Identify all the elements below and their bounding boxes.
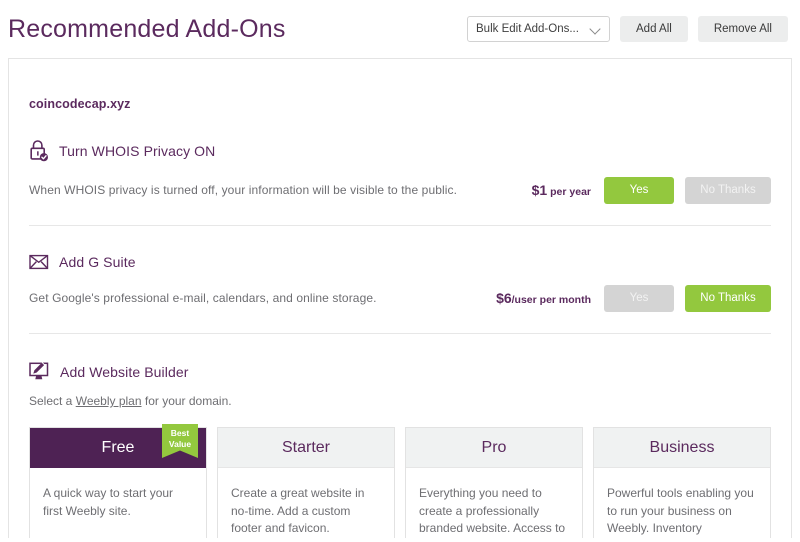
addon-g-suite-description: Get Google's professional e-mail, calend… <box>29 291 377 305</box>
addon-website-builder-title-row: Add Website Builder <box>29 362 771 381</box>
bulk-edit-addons-select[interactable]: Bulk Edit Add-Ons... <box>467 16 610 42</box>
addon-whois-price-amount: $1 <box>532 182 548 198</box>
divider <box>29 333 771 334</box>
addon-g-suite: Add G Suite Get Google's professional e-… <box>29 254 771 334</box>
plan-card-free[interactable]: Free Best Value A quick way to start you… <box>29 427 207 538</box>
weebly-plans: Free Best Value A quick way to start you… <box>29 427 771 538</box>
plan-name-free: Free <box>102 439 135 457</box>
addon-g-suite-title: Add G Suite <box>59 254 136 270</box>
addon-g-suite-yes-button[interactable]: Yes <box>604 285 674 312</box>
divider <box>29 225 771 226</box>
addon-g-suite-actions: $6/user per month Yes No Thanks <box>496 285 771 312</box>
addon-whois-price-unit: per year <box>547 186 591 198</box>
weebly-plan-subtitle: Select a Weebly plan for your domain. <box>29 394 771 408</box>
plan-card-pro[interactable]: Pro Everything you need to create a prof… <box>405 427 583 538</box>
plan-header-starter: Starter <box>218 428 394 468</box>
addon-whois-title: Turn WHOIS Privacy ON <box>59 143 215 159</box>
addon-g-suite-price-unit: /user per month <box>512 294 591 306</box>
addon-g-suite-price-amount: $6 <box>496 290 512 306</box>
addon-whois-title-row: Turn WHOIS Privacy ON <box>29 139 771 162</box>
lock-check-icon <box>29 139 50 162</box>
envelope-icon <box>29 254 50 270</box>
domain-name: coincodecap.xyz <box>29 59 771 111</box>
plan-name-starter: Starter <box>282 439 330 457</box>
page-title: Recommended Add-Ons <box>8 15 286 44</box>
chevron-down-icon <box>591 24 601 34</box>
best-value-ribbon: Best Value <box>162 424 198 458</box>
recommended-addons-page: Recommended Add-Ons Bulk Edit Add-Ons...… <box>0 0 800 542</box>
addon-website-builder: Add Website Builder Select a Weebly plan… <box>29 362 771 538</box>
addon-whois-price: $1 per year <box>532 182 591 198</box>
bulk-edit-addons-value: Bulk Edit Add-Ons... <box>476 23 591 35</box>
plan-name-pro: Pro <box>482 439 507 457</box>
remove-all-button[interactable]: Remove All <box>698 16 788 42</box>
plan-description-business: Powerful tools enabling you to run your … <box>594 468 770 538</box>
addon-whois-yes-button[interactable]: Yes <box>604 177 674 204</box>
addon-whois-description: When WHOIS privacy is turned off, your i… <box>29 183 457 197</box>
weebly-plan-link[interactable]: Weebly plan <box>76 394 142 408</box>
add-all-button[interactable]: Add All <box>620 16 688 42</box>
weebly-plan-subtitle-prefix: Select a <box>29 394 76 408</box>
weebly-plan-subtitle-suffix: for your domain. <box>142 394 232 408</box>
plan-description-pro: Everything you need to create a professi… <box>406 468 582 538</box>
plan-description-starter: Create a great website in no-time. Add a… <box>218 468 394 538</box>
monitor-pen-icon <box>29 362 51 381</box>
addon-g-suite-body: Get Google's professional e-mail, calend… <box>29 283 771 313</box>
page-header: Recommended Add-Ons Bulk Edit Add-Ons...… <box>0 0 800 58</box>
addon-g-suite-no-button[interactable]: No Thanks <box>685 285 771 312</box>
addon-whois-privacy: Turn WHOIS Privacy ON When WHOIS privacy… <box>29 139 771 226</box>
plan-card-starter[interactable]: Starter Create a great website in no-tim… <box>217 427 395 538</box>
plan-card-business[interactable]: Business Powerful tools enabling you to … <box>593 427 771 538</box>
plan-name-business: Business <box>650 439 715 457</box>
addons-card: coincodecap.xyz Turn WHOIS Privacy ON <box>8 58 792 538</box>
plan-header-business: Business <box>594 428 770 468</box>
plan-header-free: Free Best Value <box>30 428 206 468</box>
best-value-ribbon-line2: Value <box>162 439 198 450</box>
addon-whois-body: When WHOIS privacy is turned off, your i… <box>29 175 771 205</box>
header-controls: Bulk Edit Add-Ons... Add All Remove All <box>467 16 788 42</box>
plan-description-free: A quick way to start your first Weebly s… <box>30 468 206 534</box>
addon-g-suite-title-row: Add G Suite <box>29 254 771 270</box>
addon-website-builder-title: Add Website Builder <box>60 364 189 380</box>
plan-header-pro: Pro <box>406 428 582 468</box>
addon-g-suite-price: $6/user per month <box>496 290 591 306</box>
best-value-ribbon-line1: Best <box>162 428 198 439</box>
addon-whois-no-button[interactable]: No Thanks <box>685 177 771 204</box>
addon-whois-actions: $1 per year Yes No Thanks <box>532 177 771 204</box>
